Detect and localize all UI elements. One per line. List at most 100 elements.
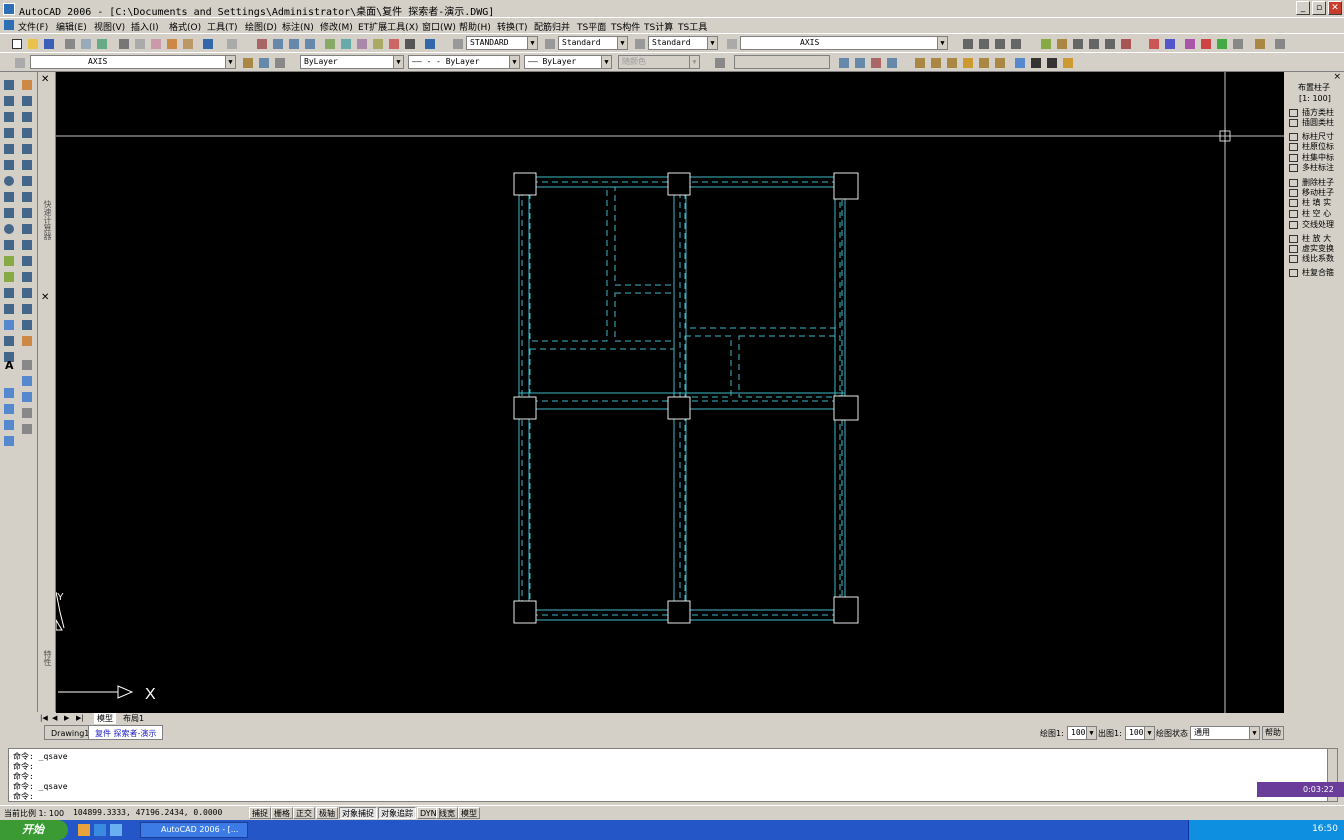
ts-tool-1-icon[interactable] [1038, 36, 1052, 50]
ts-tool-7-icon[interactable] [1146, 36, 1160, 50]
zoom-window-icon[interactable] [286, 36, 300, 50]
revision-cloud-icon[interactable] [2, 190, 16, 204]
last-tab-icon[interactable]: ▶| [76, 714, 84, 722]
layer-select-top[interactable]: AXIS ▼ [740, 36, 948, 50]
model-toggle[interactable]: 模型 [458, 807, 480, 819]
menu-window[interactable]: 窗口(W) [422, 20, 456, 33]
menu-convert[interactable]: 转换(T) [497, 20, 528, 33]
quicklaunch-2-icon[interactable] [110, 824, 122, 836]
layer-tool-3-icon[interactable] [2, 418, 16, 432]
draworder-1-icon[interactable] [20, 358, 34, 372]
close-icon[interactable]: × [1333, 72, 1341, 82]
ts-layer-4-icon[interactable] [884, 55, 898, 69]
dim-linear-icon[interactable] [960, 36, 974, 50]
ts-tool-8-icon[interactable] [1162, 36, 1176, 50]
drawing-canvas[interactable]: X Y [56, 72, 1284, 713]
rp-hollow-column[interactable]: 柱 空 心 [1287, 209, 1343, 219]
ts-layer-9-icon[interactable] [976, 55, 990, 69]
layer-select[interactable]: AXIS ▼ [30, 55, 236, 69]
ts-tool-14-icon[interactable] [1272, 36, 1286, 50]
ts-tool-10-icon[interactable] [1198, 36, 1212, 50]
spline-icon[interactable] [2, 206, 16, 220]
first-tab-icon[interactable]: |◀ [40, 714, 48, 722]
snap-toggle[interactable]: 捕捉 [249, 807, 271, 819]
inquiry-2-icon[interactable] [20, 422, 34, 436]
menu-rebar[interactable]: 配筋归并 [534, 20, 570, 33]
layer-previous-icon[interactable] [256, 55, 270, 69]
rp-move-column[interactable]: 移动柱子 [1287, 188, 1343, 198]
ts-tool-9-icon[interactable] [1182, 36, 1196, 50]
stretch-icon[interactable] [20, 206, 34, 220]
undo-icon[interactable] [200, 36, 214, 50]
ie-icon[interactable] [94, 824, 106, 836]
array-icon[interactable] [20, 142, 34, 156]
zoom-previous-icon[interactable] [302, 36, 316, 50]
layer-manager-icon[interactable] [724, 36, 738, 50]
out-scale-select[interactable]: 100 ▼ [1125, 726, 1155, 740]
rotate-icon[interactable] [20, 174, 34, 188]
command-input[interactable]: 命令: [13, 791, 34, 802]
copy-object-icon[interactable] [20, 94, 34, 108]
construction-line-icon[interactable] [2, 94, 16, 108]
lineweight-select[interactable]: —— ByLayer ▼ [524, 55, 612, 69]
taskbar-autocad[interactable]: AutoCAD 2006 - [... [140, 822, 248, 838]
rp-multi-column[interactable]: 多柱标注 [1287, 163, 1343, 173]
draworder-3-icon[interactable] [20, 390, 34, 404]
tool-palettes-icon[interactable] [354, 36, 368, 50]
block-editor-icon[interactable] [180, 36, 194, 50]
start-button[interactable]: 开始 [0, 820, 68, 840]
ts-layer-3-icon[interactable] [868, 55, 882, 69]
explode-icon[interactable] [20, 334, 34, 348]
rp-column-centralized[interactable]: 柱集中标 [1287, 153, 1343, 163]
ts-tool-5-icon[interactable] [1102, 36, 1116, 50]
next-tab-icon[interactable]: ▶ [64, 714, 69, 722]
ts-tool-3-icon[interactable] [1070, 36, 1084, 50]
linetype-select[interactable]: —— - - ByLayer ▼ [408, 55, 520, 69]
help-icon[interactable] [422, 36, 436, 50]
menu-ts-tools[interactable]: TS工具 [678, 20, 707, 33]
minimize-button[interactable]: _ [1296, 1, 1310, 15]
plot-icon[interactable] [62, 36, 76, 50]
make-block-icon[interactable] [2, 270, 16, 284]
menu-insert[interactable]: 插入(I) [131, 20, 159, 33]
grid-toggle[interactable]: 栅格 [271, 807, 293, 819]
trim-icon[interactable] [20, 222, 34, 236]
draworder-2-icon[interactable] [20, 374, 34, 388]
quick-calc-palette[interactable]: ✕ ✕ [38, 72, 56, 712]
offset-icon[interactable] [20, 126, 34, 140]
extend-icon[interactable] [20, 238, 34, 252]
tab-layout1[interactable]: 布局1 [120, 713, 147, 724]
dim-style-icon[interactable] [542, 36, 556, 50]
menu-edit[interactable]: 编辑(E) [56, 20, 87, 33]
break-icon[interactable] [20, 270, 34, 284]
ts-layer-5-icon[interactable] [912, 55, 926, 69]
menu-ts-member[interactable]: TS构件 [611, 20, 640, 33]
rp-delete-column[interactable]: 删除柱子 [1287, 178, 1343, 188]
ts-tool-11-icon[interactable] [1214, 36, 1228, 50]
close-button[interactable]: ✕ [1328, 1, 1342, 15]
polar-toggle[interactable]: 极轴 [316, 807, 338, 819]
text-style-select[interactable]: STANDARD ▼ [466, 36, 538, 50]
menu-ts-plan[interactable]: TS平面 [577, 20, 606, 33]
copy-icon[interactable] [132, 36, 146, 50]
region-icon[interactable] [2, 334, 16, 348]
zoom-realtime-icon[interactable] [270, 36, 284, 50]
quicklaunch-1-icon[interactable] [78, 824, 90, 836]
bulb-icon[interactable] [1028, 55, 1042, 69]
mtext-icon[interactable]: A [2, 358, 16, 372]
rp-compound-stirrup[interactable]: 柱复合箍 [1287, 268, 1343, 278]
line-icon[interactable] [2, 78, 16, 92]
erase-icon[interactable] [20, 78, 34, 92]
ts-layer-8-icon[interactable] [960, 55, 974, 69]
tab-model[interactable]: 模型 [94, 713, 116, 724]
screen-recorder-widget[interactable]: 0:03:22 [1257, 782, 1344, 797]
ellipse-icon[interactable] [2, 222, 16, 236]
match-properties-icon[interactable] [164, 36, 178, 50]
ts-layer-10-icon[interactable] [992, 55, 1006, 69]
close-icon[interactable]: ✕ [41, 292, 49, 303]
lineweight-toggle[interactable]: 线宽 [436, 807, 458, 819]
text-style-icon[interactable] [450, 36, 464, 50]
qselect-icon[interactable] [712, 55, 726, 69]
osnap-toggle[interactable]: 对象捕捉 [339, 807, 377, 819]
hatch-icon[interactable] [2, 302, 16, 316]
